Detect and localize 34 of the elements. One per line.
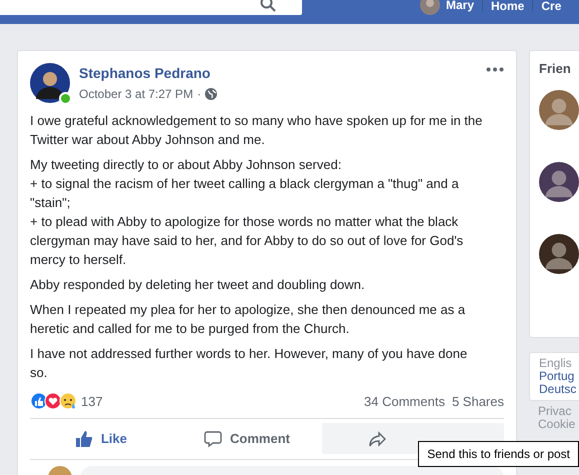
post-text: When I repeated my plea for her to apologize, she then denounced me as a heretic and called for me to be purged from the Church. [30,301,466,338]
post-text: I owe grateful acknowledgement to so many who have spoken up for me in the Twitter war about Abby Johnson and me. [30,112,484,149]
friend-avatar[interactable] [539,162,579,202]
post-text: + to signal the racism of her tweet calling a black clergyman a "thug" and a "stain"; [30,175,460,212]
post-text: + to plead with Abby to apologize for those words no matter what the black clergyman may have said to her, and for Abby to do so out of love for God's mercy to herself. [30,213,464,269]
globe-icon [205,88,218,100]
profile-link[interactable]: Mary [446,0,482,12]
post-text: My tweeting directly to or about Abby Johnson served: [30,156,342,174]
language-link[interactable]: Portug [539,370,579,383]
nav-link[interactable]: Home [483,0,532,12]
reactions-icon[interactable] [30,392,78,410]
language-link[interactable]: Deutsc [539,383,579,396]
comment-count[interactable]: 34 Comments [364,394,445,408]
friend-avatar[interactable] [539,234,579,274]
speech-bubble-icon [204,430,222,448]
search-icon[interactable] [260,0,276,12]
comment-button[interactable]: Comment [176,423,318,454]
more-options-icon[interactable] [486,67,504,72]
like-button[interactable]: Like [30,423,172,454]
post-text: I have not addressed further words to her. However, many of you have done so. [30,345,468,382]
separator-dot: · [197,87,202,101]
friends-heading: Frien [539,61,572,76]
nav-link[interactable]: Cre [533,0,570,12]
author-link[interactable]: Stephanos Pedrano [79,65,210,81]
thumbs-up-icon [74,430,93,448]
language-link[interactable]: Englis [539,357,579,370]
tooltip: Send this to friends or post [418,441,579,467]
post-time[interactable]: October 3 at 7:27 PM [79,87,194,101]
reaction-count[interactable]: 137 [81,394,103,408]
avatar[interactable] [30,63,70,103]
search-field[interactable] [0,0,302,15]
share-count[interactable]: 5 Shares [452,394,504,408]
share-arrow-icon [368,430,386,448]
post-text: Abby responded by deleting her tweet and doubling down. [30,276,366,294]
